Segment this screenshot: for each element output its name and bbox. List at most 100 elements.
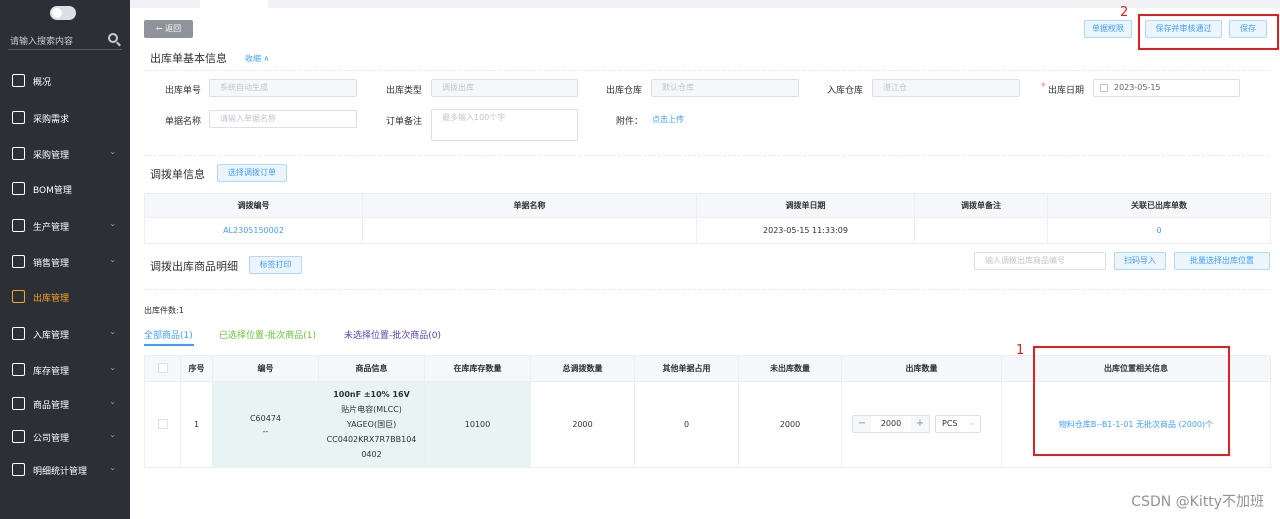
column-header: 单据名称 — [362, 193, 697, 218]
column-header: 编号 — [212, 355, 319, 382]
remark-field[interactable]: 最多输入100个字 — [431, 109, 578, 141]
chevron-down-icon: ⌄ — [109, 327, 116, 336]
permission-button[interactable]: 单据权限 — [1084, 20, 1132, 38]
goods-line: CC0402KRX7R7BB104 — [326, 435, 417, 444]
order-no-label: 出库单号 — [165, 86, 202, 96]
warehouse-field[interactable]: 默认仓库 — [651, 79, 799, 97]
active-tab-underline — [144, 344, 194, 346]
annotation-label-1: 1 — [1016, 343, 1025, 358]
filter-tab-all[interactable]: 全部商品(1) — [144, 328, 193, 341]
unit-select[interactable]: PCS ⌄ — [935, 415, 981, 433]
row-checkbox[interactable] — [157, 418, 168, 429]
column-header: 序号 — [180, 355, 213, 382]
sidebar-item[interactable]: 公司管理 ⌄ — [0, 425, 130, 449]
main-content: ← 返回 单据权限 保存并审核通过 保存 出库单基本信息 收缩 ∧ 出库单号 系… — [130, 0, 1280, 519]
sidebar-item[interactable]: 出库管理 — [0, 285, 130, 309]
scan-import-button[interactable]: 扫码导入 — [1114, 252, 1166, 270]
select-all-checkbox[interactable] — [157, 362, 168, 373]
details-title: 调拨出库商品明细 — [150, 260, 238, 273]
chevron-down-icon: ⌄ — [109, 255, 116, 264]
transfer-remark-cell — [914, 217, 1048, 244]
name-label: 单据名称 — [165, 117, 202, 127]
column-header: 未出库数量 — [738, 355, 842, 382]
transfer-code-link[interactable]: AL2305150002 — [223, 226, 284, 235]
divider — [144, 289, 1270, 290]
sidebar-item[interactable]: 商品管理 ⌄ — [0, 392, 130, 416]
tab[interactable] — [200, 0, 268, 8]
unit-value: PCS — [942, 419, 958, 428]
search-icon[interactable] — [108, 33, 118, 43]
column-header: 在库库存数量 — [424, 355, 531, 382]
pending-cell: 2000 — [738, 381, 842, 468]
sidebar-search[interactable]: 请输入搜索内容 — [8, 30, 122, 50]
attach-label: 附件： — [616, 117, 644, 127]
sidebar-item-label: 采购管理 — [33, 151, 70, 161]
type-field[interactable]: 调拨出库 — [431, 79, 578, 97]
sidebar-item[interactable]: 入库管理 ⌄ — [0, 322, 130, 346]
quantity-input[interactable]: 2000 — [871, 419, 911, 428]
annotation-box-1 — [1033, 346, 1230, 456]
sidebar-item-label: 出库管理 — [33, 294, 70, 304]
quantity-stepper[interactable]: − 2000 + — [852, 415, 930, 433]
sidebar-toggle[interactable] — [50, 6, 76, 20]
column-header: 其他单据占用 — [634, 355, 739, 382]
name-field[interactable]: 请输入单据名称 — [209, 110, 357, 128]
transfer-table: 调拨编号 单据名称 调拨单日期 调拨单备注 关联已出库单数 AL23051500… — [144, 193, 1271, 244]
basic-info-title: 出库单基本信息 — [150, 52, 227, 65]
detail-search-input[interactable]: 输入调拨出库商品编号 — [974, 252, 1106, 270]
transfer-name-cell — [362, 217, 697, 244]
transfer-info-title: 调拨单信息 — [150, 168, 205, 181]
sidebar-item[interactable]: 生产管理 ⌄ — [0, 214, 130, 238]
sales-icon — [12, 255, 25, 268]
warehouse-label: 出库仓库 — [606, 86, 643, 96]
sidebar-item[interactable]: BOM管理 — [0, 177, 130, 201]
sidebar-item[interactable]: 采购需求 — [0, 106, 130, 130]
goods-icon — [12, 397, 25, 410]
inbound-icon — [12, 327, 25, 340]
column-header: 调拨单备注 — [914, 193, 1048, 218]
outbound-icon — [12, 290, 25, 303]
sidebar-item[interactable]: 销售管理 ⌄ — [0, 250, 130, 274]
transfer-count-link[interactable]: 0 — [1156, 226, 1161, 235]
goods-info-cell: 100nF ±10% 16V 贴片电容(MLCC) YAGEO(国巨) CC04… — [318, 381, 425, 468]
minus-button[interactable]: − — [853, 416, 871, 432]
select-transfer-button[interactable]: 选择调拨订单 — [217, 164, 287, 182]
order-no-field[interactable]: 系统自动生成 — [209, 79, 357, 97]
chevron-down-icon: ⌄ — [109, 430, 116, 439]
filter-tab-selected[interactable]: 已选择位置-批次商品(1) — [219, 328, 316, 341]
plus-button[interactable]: + — [911, 416, 929, 432]
sidebar: 请输入搜索内容 概况 采购需求 采购管理 ⌄ BOM管理 生产管理 ⌄ 销售管理 ⌄ 出库管理 入库… — [0, 0, 130, 519]
date-field[interactable]: 2023-05-15 — [1093, 79, 1240, 97]
column-header: 商品信息 — [318, 355, 425, 382]
inventory-icon — [12, 363, 25, 376]
filter-tab-unselected[interactable]: 未选择位置-批次商品(0) — [344, 328, 441, 341]
upload-link[interactable]: 点击上传 — [652, 114, 684, 125]
truck-icon — [12, 147, 25, 160]
sidebar-item-label: 生产管理 — [33, 223, 70, 233]
stats-icon — [12, 463, 25, 476]
sidebar-item-label: BOM管理 — [33, 186, 72, 196]
search-input[interactable]: 请输入搜索内容 — [10, 34, 73, 47]
print-label-button[interactable]: 标签打印 — [249, 256, 302, 274]
in-warehouse-field[interactable]: 湛江仓 — [872, 79, 1020, 97]
sidebar-item-label: 库存管理 — [33, 367, 70, 377]
goods-line: 贴片电容(MLCC) — [341, 405, 402, 414]
sidebar-item-label: 销售管理 — [33, 259, 70, 269]
batch-location-button[interactable]: 批量选择出库位置 — [1174, 252, 1270, 270]
collapse-link[interactable]: 收缩 ∧ — [245, 53, 269, 64]
chevron-down-icon: ⌄ — [109, 397, 116, 406]
goods-title: 100nF ±10% 16V — [333, 390, 410, 399]
sidebar-item[interactable]: 概况 — [0, 69, 130, 93]
index-cell: 1 — [180, 381, 213, 468]
remark-label: 订单备注 — [386, 117, 423, 127]
sidebar-item[interactable]: 明细统计管理 ⌄ — [0, 458, 130, 482]
sidebar-item-label: 概况 — [33, 78, 52, 88]
total-cell: 2000 — [530, 381, 635, 468]
back-button[interactable]: ← 返回 — [144, 20, 193, 38]
sidebar-item-label: 入库管理 — [33, 331, 70, 341]
sidebar-item[interactable]: 库存管理 ⌄ — [0, 358, 130, 382]
sidebar-item[interactable]: 采购管理 ⌄ — [0, 142, 130, 166]
chevron-down-icon: ⌄ — [109, 147, 116, 156]
cart-icon — [12, 111, 25, 124]
column-header: 总调拨数量 — [530, 355, 635, 382]
